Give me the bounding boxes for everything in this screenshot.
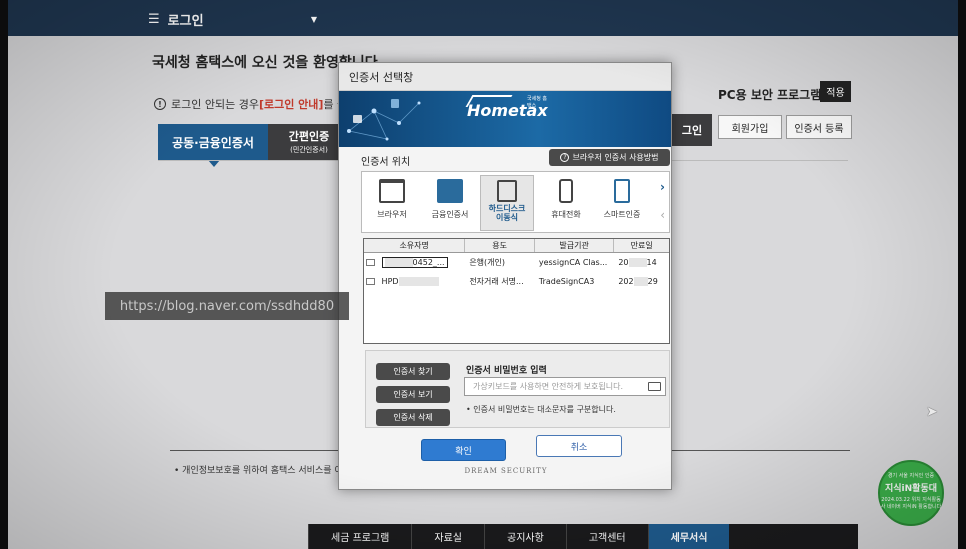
login-notice: ! 로그인 안되는 경우 [로그인 안내] 를 놀 xyxy=(154,96,347,112)
harddisk-icon xyxy=(497,180,517,202)
tab-login[interactable]: 그인 xyxy=(672,114,712,146)
delete-cert-button[interactable]: 인증서 삭제 xyxy=(376,409,450,426)
logo-tagline: 국세청 홈택스 xyxy=(527,96,547,109)
column-header[interactable]: 소유자명 xyxy=(364,239,466,252)
bottom-menu-item[interactable]: 세무서식 xyxy=(647,524,730,549)
issuer-cell: TradeSignCA3 xyxy=(538,277,595,286)
join-button[interactable]: 회원가입 xyxy=(718,115,782,139)
caret-down-icon: ▼ xyxy=(310,14,317,24)
location-financial-cert[interactable]: 금융인증서 xyxy=(424,175,476,231)
table-row[interactable]: HPD 전자거래 서명... TradeSignCA3 202 29 xyxy=(364,272,669,291)
tab-joint-financial-cert[interactable]: 공동·금융인증서 xyxy=(158,124,268,167)
hometax-logo: 국세청 홈택스 Hometax xyxy=(465,95,548,120)
column-header[interactable]: 만료일 xyxy=(614,239,669,252)
cert-select-dialog: 인증서 선택창 국세청 홈택스 Hometax 인증서 위치 ? 브라우저 인증… xyxy=(338,62,672,490)
location-label: 하드디스크 이동식 xyxy=(488,204,526,222)
financial-cert-icon xyxy=(437,179,463,203)
redacted-block xyxy=(628,258,647,267)
cert-register-button[interactable]: 인증서 등록 xyxy=(786,115,852,139)
cert-icon xyxy=(366,278,375,285)
phone-icon xyxy=(559,179,573,203)
badge-title: 지식iN활동대 xyxy=(884,484,938,494)
location-label: 휴대전화 xyxy=(551,210,581,219)
cert-password-panel: 인증서 찾기 인증서 보기 인증서 삭제 인증서 비밀번호 입력 가상키보드를 … xyxy=(365,350,670,428)
location-harddisk[interactable]: 하드디스크 이동식 xyxy=(480,175,534,231)
privacy-notice: • 개인정보보호를 위하여 홈택스 서비스를 이 xyxy=(174,466,343,476)
location-label: 스마트인증 xyxy=(603,210,641,219)
cert-icon xyxy=(366,259,375,266)
chevron-left-icon[interactable]: ‹ xyxy=(660,208,665,222)
network-graphic-icon xyxy=(347,99,421,141)
issuer-cell: yessignCA Clas... xyxy=(538,258,608,267)
cert-location-label: 인증서 위치 xyxy=(361,157,411,168)
cert-location-selector: 브라우저 금융인증서 하드디스크 이동식 휴대전화 스마트인증 › ‹ xyxy=(361,171,670,233)
cert-password-input[interactable]: 가상키보드를 사용하면 안전하게 보호됩니다. xyxy=(464,377,666,396)
table-row[interactable]: 0452_... 은행(개인) yessignCA Clas... 20 14 xyxy=(364,253,669,272)
login-menu-dropdown[interactable]: ☰ 로그인 ▼ xyxy=(148,7,323,31)
password-placeholder: 가상키보드를 사용하면 안전하게 보호됩니다. xyxy=(473,382,624,391)
login-guide-link[interactable]: [로그인 안내] xyxy=(259,96,323,112)
browser-icon xyxy=(379,179,405,203)
knowledge-in-badge: 경기 서울 지식인 인증 지식iN활동대 2024.03.22 위치 지식활동사… xyxy=(878,460,944,526)
location-browser[interactable]: 브라우저 xyxy=(366,175,418,231)
bottom-menu-item[interactable]: 고객센터 xyxy=(565,524,648,549)
pc-security-label: PC용 보안 프로그램 xyxy=(718,88,822,102)
notice-text: 로그인 안되는 경우 xyxy=(171,98,259,111)
chevron-right-icon[interactable]: › xyxy=(660,180,665,194)
browser-cert-guide-button[interactable]: ? 브라우저 인증서 사용방법 xyxy=(549,149,670,166)
smart-cert-icon xyxy=(614,179,630,203)
cert-table: 소유자명 용도 발급기관 만료일 0452_... 은행(개인) yessign… xyxy=(363,238,670,344)
column-header[interactable]: 용도 xyxy=(465,239,535,252)
vendor-logo: DREAM SECURITY xyxy=(464,467,548,475)
badge-top-text: 경기 서울 지식인 인증 xyxy=(887,473,935,479)
tab-simple-auth-label: 간편인증 xyxy=(288,130,330,143)
monitor-screen: ☰ 로그인 ▼ 국세청 홈택스에 오신 것을 환영합니다. ! 로그인 안되는 … xyxy=(8,0,958,549)
password-note: • 인증서 비밀번호는 대소문자를 구분합니다. xyxy=(466,405,616,414)
top-navigation-bar: ☰ 로그인 ▼ xyxy=(8,0,958,36)
redacted-block xyxy=(398,277,439,286)
hometax-banner: 국세청 홈택스 Hometax xyxy=(339,91,671,147)
confirm-button[interactable]: 확인 xyxy=(421,439,506,461)
guide-button-label: 브라우저 인증서 사용방법 xyxy=(572,153,659,162)
apply-button[interactable]: 적용 xyxy=(820,81,851,102)
mouse-cursor-icon: ➤ xyxy=(926,404,938,420)
bottom-menu-item[interactable]: 공지사항 xyxy=(484,524,566,549)
keyboard-icon[interactable] xyxy=(648,382,661,391)
hamburger-icon: ☰ xyxy=(148,11,160,27)
table-header: 소유자명 용도 발급기관 만료일 xyxy=(364,239,669,253)
usage-cell: 전자거래 서명... xyxy=(469,277,524,286)
redacted-block xyxy=(633,277,648,286)
view-cert-button[interactable]: 인증서 보기 xyxy=(376,386,450,403)
blog-watermark: https://blog.naver.com/ssdhdd80 xyxy=(105,292,349,320)
badge-bottom-text: 2024.03.22 위치 지식활동사 네이버 지식iN 활동합니다 xyxy=(880,497,942,510)
bottom-menu: 세금 프로그램 자료실 공지사항 고객센터 세무서식 xyxy=(308,524,858,549)
bottom-menu-item[interactable]: 자료실 xyxy=(411,524,484,549)
bottom-menu-item[interactable]: 세금 프로그램 xyxy=(308,524,411,549)
cancel-button[interactable]: 취소 xyxy=(536,435,622,457)
owner-cell: HPD xyxy=(381,277,399,286)
house-roof-icon xyxy=(465,95,513,107)
dialog-title: 인증서 선택창 xyxy=(339,63,671,91)
location-label: 금융인증서 xyxy=(431,210,469,219)
location-smart-cert[interactable]: 스마트인증 xyxy=(596,175,648,231)
location-label: 브라우저 xyxy=(377,210,407,219)
exclamation-icon: ! xyxy=(154,98,166,110)
location-phone[interactable]: 휴대전화 xyxy=(540,175,592,231)
expiry-cell: 202 29 xyxy=(618,277,658,286)
menu-label: 로그인 xyxy=(167,13,204,29)
redacted-block xyxy=(384,258,413,267)
question-icon: ? xyxy=(560,153,570,162)
column-header[interactable]: 발급기관 xyxy=(535,239,615,252)
expiry-cell: 20 14 xyxy=(618,258,657,267)
owner-cell: 0452_... xyxy=(381,257,448,268)
usage-cell: 은행(개인) xyxy=(469,258,505,267)
find-cert-button[interactable]: 인증서 찾기 xyxy=(376,363,450,380)
password-label: 인증서 비밀번호 입력 xyxy=(466,366,547,376)
